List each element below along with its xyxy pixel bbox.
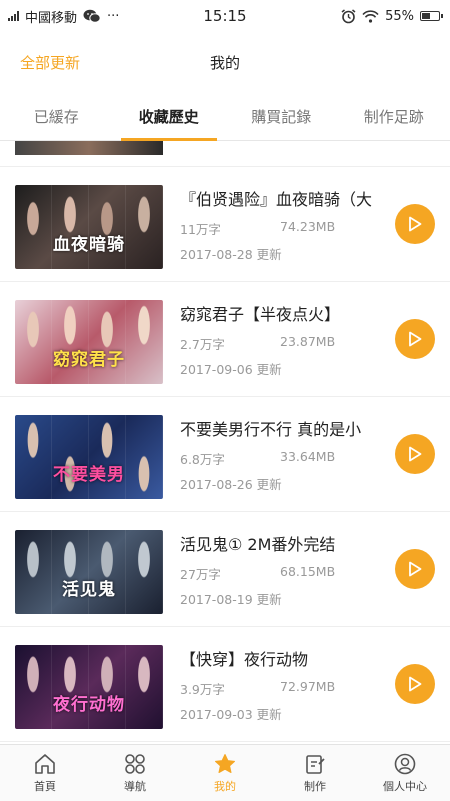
favorites-list[interactable]: 血夜暗骑 『伯贤遇险』血夜暗骑（大 11万字74.23MB 2017-08-28… bbox=[0, 141, 450, 744]
play-button[interactable] bbox=[395, 204, 435, 244]
cover-image: 不要美男 bbox=[15, 415, 163, 499]
nav-label: 首頁 bbox=[34, 778, 56, 794]
list-item[interactable]: 活见鬼 活见鬼① 2M番外完结 27万字68.15MB 2017-08-19 更… bbox=[0, 512, 450, 627]
cover-image: 血夜暗骑 bbox=[15, 185, 163, 269]
nav-profile[interactable]: 個人中心 bbox=[360, 745, 450, 801]
play-icon bbox=[408, 676, 422, 692]
top-bar: 全部更新 我的 bbox=[0, 32, 450, 90]
star-icon bbox=[213, 752, 237, 776]
cover-title: 不要美男 bbox=[15, 460, 163, 485]
bottom-nav: 首頁 導航 我的 制作 個人中心 bbox=[0, 744, 450, 801]
page-title: 我的 bbox=[0, 52, 450, 73]
cover-image: 夜行动物 bbox=[15, 645, 163, 729]
nav-guide[interactable]: 導航 bbox=[90, 745, 180, 801]
carrier-label: 中國移動 bbox=[25, 7, 77, 26]
home-icon bbox=[33, 752, 57, 776]
list-item[interactable]: 夜行动物 【快穿】夜行动物 3.9万字72.97MB 2017-09-03 更新 bbox=[0, 627, 450, 742]
tab-favorites-history[interactable]: 收藏歷史 bbox=[113, 96, 226, 140]
cover-title: 血夜暗骑 bbox=[15, 230, 163, 255]
nav-label: 個人中心 bbox=[383, 778, 427, 794]
item-title[interactable]: 『伯贤遇险』血夜暗骑（大 bbox=[180, 189, 380, 211]
item-title[interactable]: 【快穿】夜行动物 bbox=[180, 649, 380, 671]
nav-home[interactable]: 首頁 bbox=[0, 745, 90, 801]
file-size: 68.15MB bbox=[280, 564, 335, 583]
nav-label: 我的 bbox=[214, 778, 236, 794]
word-count: 2.7万字 bbox=[180, 334, 280, 353]
item-title[interactable]: 不要美男行不行 真的是小 bbox=[180, 419, 380, 441]
update-date: 2017-08-28 更新 bbox=[180, 244, 390, 263]
play-button[interactable] bbox=[395, 664, 435, 704]
tab-cached[interactable]: 已緩存 bbox=[0, 96, 113, 140]
play-icon bbox=[408, 331, 422, 347]
word-count: 6.8万字 bbox=[180, 449, 280, 468]
nav-mine[interactable]: 我的 bbox=[180, 745, 270, 801]
play-button[interactable] bbox=[395, 434, 435, 474]
tab-creation-footprint[interactable]: 制作足跡 bbox=[338, 96, 450, 140]
word-count: 3.9万字 bbox=[180, 679, 280, 698]
edit-icon bbox=[303, 752, 327, 776]
file-size: 72.97MB bbox=[280, 679, 335, 698]
profile-icon bbox=[393, 752, 417, 776]
play-button[interactable] bbox=[395, 319, 435, 359]
grid-icon bbox=[123, 752, 147, 776]
list-item[interactable]: 血夜暗骑 『伯贤遇险』血夜暗骑（大 11万字74.23MB 2017-08-28… bbox=[0, 167, 450, 282]
play-icon bbox=[408, 216, 422, 232]
wifi-icon bbox=[362, 10, 379, 23]
play-button[interactable] bbox=[395, 549, 435, 589]
status-bar: 中國移動 ··· 15:15 55% bbox=[0, 0, 450, 32]
file-size: 74.23MB bbox=[280, 219, 335, 238]
wechat-icon bbox=[83, 9, 101, 23]
item-title[interactable]: 活见鬼① 2M番外完结 bbox=[180, 534, 380, 556]
cover-title: 窈窕君子 bbox=[15, 345, 163, 370]
list-item[interactable]: 窈窕君子 窈窕君子【半夜点火】 2.7万字23.87MB 2017-09-06 … bbox=[0, 282, 450, 397]
play-icon bbox=[408, 446, 422, 462]
tab-bar: 已緩存 收藏歷史 購買記錄 制作足跡 bbox=[0, 96, 450, 141]
cover-title: 夜行动物 bbox=[15, 690, 163, 715]
signal-icon bbox=[8, 11, 19, 21]
list-item[interactable]: 不要美男 不要美男行不行 真的是小 6.8万字33.64MB 2017-08-2… bbox=[0, 397, 450, 512]
cover-title: 活见鬼 bbox=[15, 575, 163, 600]
file-size: 33.64MB bbox=[280, 449, 335, 468]
word-count: 11万字 bbox=[180, 219, 280, 238]
list-item-partial[interactable] bbox=[0, 141, 450, 167]
more-dots: ··· bbox=[107, 9, 119, 24]
update-date: 2017-08-26 更新 bbox=[180, 474, 390, 493]
cover-image: 活见鬼 bbox=[15, 530, 163, 614]
battery-icon bbox=[420, 11, 440, 21]
nav-label: 制作 bbox=[304, 778, 326, 794]
update-date: 2017-09-03 更新 bbox=[180, 704, 390, 723]
cover-image: 窈窕君子 bbox=[15, 300, 163, 384]
update-date: 2017-08-19 更新 bbox=[180, 589, 390, 608]
nav-create[interactable]: 制作 bbox=[270, 745, 360, 801]
file-size: 23.87MB bbox=[280, 334, 335, 353]
word-count: 27万字 bbox=[180, 564, 280, 583]
item-title[interactable]: 窈窕君子【半夜点火】 bbox=[180, 304, 380, 326]
tab-purchase-records[interactable]: 購買記錄 bbox=[225, 96, 338, 140]
alarm-icon bbox=[341, 9, 356, 24]
play-icon bbox=[408, 561, 422, 577]
battery-percent: 55% bbox=[385, 9, 414, 24]
nav-label: 導航 bbox=[124, 778, 146, 794]
cover-image bbox=[15, 141, 163, 155]
update-date: 2017-09-06 更新 bbox=[180, 359, 390, 378]
